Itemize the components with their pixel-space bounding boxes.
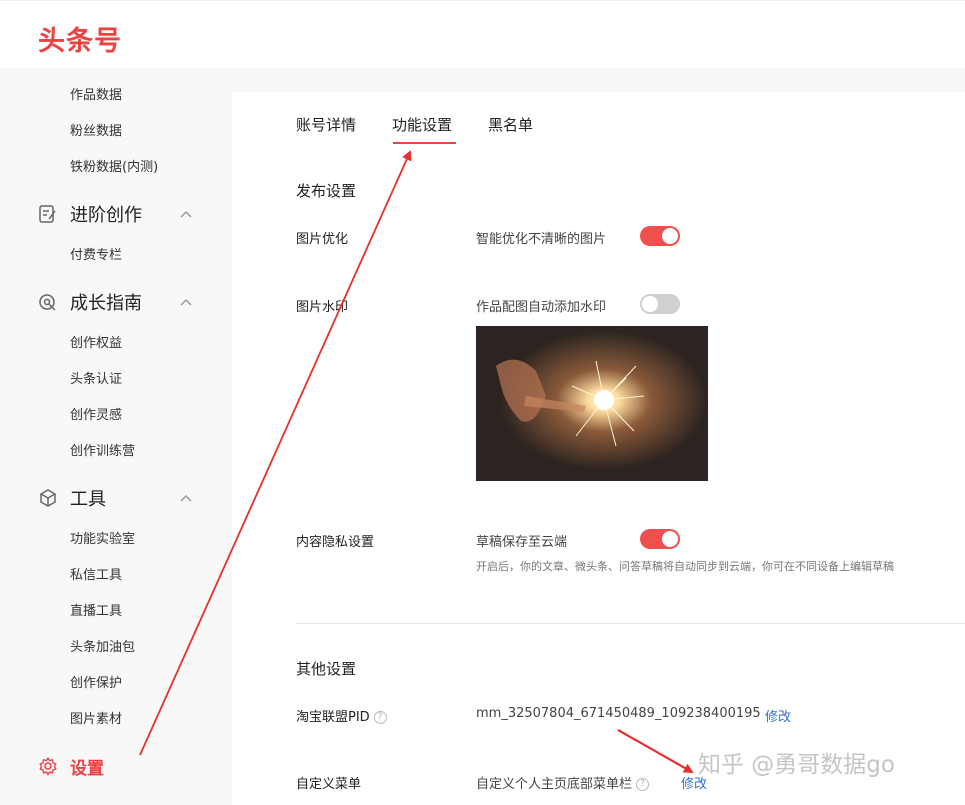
edit-icon	[39, 205, 56, 223]
help-icon[interactable]: ?	[636, 778, 650, 791]
tab-account-details[interactable]: 账号详情	[296, 114, 356, 135]
sparkler-photo-icon	[476, 326, 708, 481]
sidebar: 作品数据 粉丝数据 铁粉数据(内测) 进阶创作 付费专栏 成长指南 创作权益 头…	[0, 68, 232, 805]
sidebar-item-training[interactable]: 创作训练营	[70, 440, 135, 459]
toggle-knob	[662, 531, 678, 547]
growth-icon	[39, 294, 56, 311]
taobao-edit-link[interactable]: 修改	[765, 706, 791, 725]
privacy-desc: 草稿保存至云端	[476, 535, 568, 550]
custom-menu-desc-text: 自定义个人主页底部菜单栏	[476, 777, 633, 792]
help-icon[interactable]: ?	[373, 711, 387, 724]
zhihu-watermark: 知乎 @勇哥数据go	[698, 752, 895, 778]
main-top-gap	[232, 68, 965, 92]
sidebar-item-live[interactable]: 直播工具	[70, 600, 122, 619]
watermark-toggle[interactable]	[640, 294, 680, 314]
sidebar-item-works-data[interactable]: 作品数据	[70, 84, 122, 103]
sidebar-item-messages[interactable]: 私信工具	[70, 564, 122, 583]
custom-menu-desc: 自定义个人主页底部菜单栏?	[476, 773, 650, 792]
sidebar-group-label: 进阶创作	[70, 205, 142, 226]
section-divider	[296, 623, 965, 624]
sidebar-item-protection[interactable]: 创作保护	[70, 672, 122, 691]
tab-blacklist[interactable]: 黑名单	[488, 114, 533, 135]
sidebar-item-lab[interactable]: 功能实验室	[70, 528, 135, 547]
watermark-desc: 作品配图自动添加水印	[476, 300, 607, 315]
watermark-label: 图片水印	[296, 300, 349, 315]
privacy-toggle[interactable]	[640, 529, 680, 549]
custom-menu-label: 自定义菜单	[296, 777, 362, 792]
image-opt-toggle[interactable]	[640, 226, 680, 246]
sidebar-group-growth[interactable]: 成长指南	[38, 289, 208, 315]
active-tab-indicator	[393, 142, 456, 144]
image-opt-desc: 智能优化不清晰的图片	[476, 232, 607, 247]
publish-section-title: 发布设置	[296, 182, 357, 200]
toggle-knob	[662, 228, 678, 244]
watermark-preview-image	[476, 326, 708, 481]
sidebar-group-advanced[interactable]: 进阶创作	[38, 201, 208, 227]
other-section-title: 其他设置	[296, 660, 357, 678]
sidebar-item-fans-data[interactable]: 粉丝数据	[70, 120, 122, 139]
sidebar-item-images[interactable]: 图片素材	[70, 708, 122, 727]
sidebar-group-tools[interactable]: 工具	[38, 485, 208, 511]
sidebar-item-rights[interactable]: 创作权益	[70, 332, 122, 351]
sidebar-group-label: 成长指南	[70, 293, 142, 314]
sidebar-item-iron-fans[interactable]: 铁粉数据(内测)	[70, 156, 158, 175]
privacy-label: 内容隐私设置	[296, 535, 375, 550]
gear-icon	[39, 757, 57, 776]
privacy-hint: 开启后，你的文章、微头条、问答草稿将自动同步到云端，你可在不同设备上编辑草稿	[476, 560, 894, 573]
sidebar-item-boost[interactable]: 头条加油包	[70, 636, 135, 655]
top-bar: 头条号	[0, 0, 965, 68]
sidebar-item-settings[interactable]: 设置	[38, 753, 208, 779]
toggle-knob	[642, 296, 658, 312]
sidebar-item-settings-label: 设置	[70, 759, 104, 779]
logo[interactable]: 头条号	[38, 19, 122, 58]
image-opt-label: 图片优化	[296, 232, 349, 247]
taobao-pid-label: 淘宝联盟PID?	[296, 706, 387, 725]
taobao-pid-value: mm_32507804_671450489_109238400195	[476, 706, 761, 721]
sidebar-item-inspiration[interactable]: 创作灵感	[70, 404, 122, 423]
sidebar-item-certification[interactable]: 头条认证	[70, 368, 122, 387]
tab-feature-settings[interactable]: 功能设置	[392, 114, 452, 135]
sidebar-item-paid-column[interactable]: 付费专栏	[70, 244, 122, 263]
chevron-up-icon[interactable]	[178, 206, 194, 222]
chevron-up-icon[interactable]	[178, 490, 194, 506]
taobao-pid-label-text: 淘宝联盟PID	[296, 710, 370, 725]
sidebar-group-label: 工具	[70, 489, 106, 510]
chevron-up-icon[interactable]	[178, 294, 194, 310]
cube-icon	[40, 489, 56, 507]
